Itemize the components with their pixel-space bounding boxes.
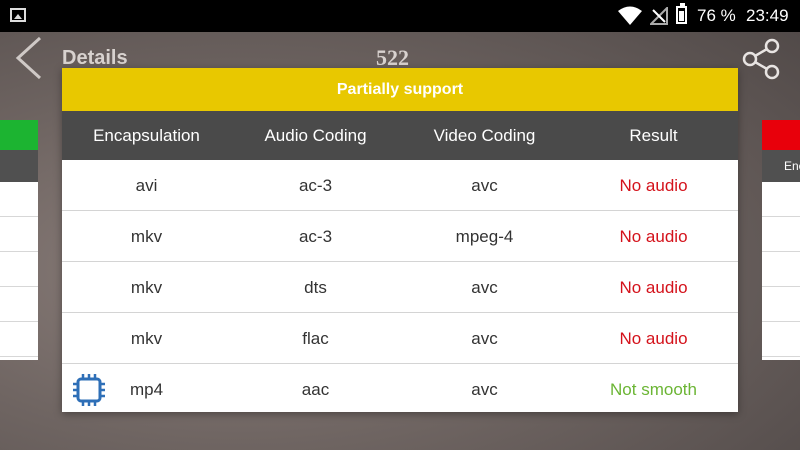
wifi-icon: [618, 6, 642, 25]
list-item: [762, 252, 800, 287]
chip-icon: [73, 374, 105, 406]
status-bar: 76 % 23:49: [0, 0, 800, 32]
audio-coding-cell: aac: [301, 380, 330, 399]
table-row: mp4 aac avc Not smooth: [62, 364, 738, 415]
list-item: [0, 252, 38, 287]
result-cell: Not smooth: [610, 380, 697, 399]
table-row: mkv dts avc No audio: [62, 262, 738, 313]
result-cell: No audio: [619, 278, 688, 297]
column-header-video-coding: Video Coding: [433, 126, 536, 145]
column-header-audio-coding: Audio Coding: [264, 126, 367, 145]
audio-coding-cell: ac-3: [298, 176, 333, 195]
list-item: [0, 287, 38, 322]
battery-percent: 76 %: [697, 6, 736, 25]
card-header: [0, 150, 38, 182]
card-header: Enc: [762, 150, 800, 182]
audio-coding-cell: ac-3: [298, 227, 333, 246]
battery-icon: [676, 3, 687, 24]
partial-support-dialog: Partially support Encapsulation Audio Co…: [62, 68, 738, 412]
list-item: [0, 182, 38, 217]
encapsulation-cell: mkv: [130, 227, 163, 246]
audio-coding-cell: dts: [304, 278, 327, 297]
video-coding-cell: avc: [471, 329, 498, 348]
image-notification-icon: [10, 8, 26, 22]
video-coding-cell: mpeg-4: [455, 227, 514, 246]
result-cell: No audio: [619, 227, 688, 246]
no-signal-icon: [650, 7, 668, 25]
table-header: Encapsulation Audio Coding Video Coding …: [62, 111, 738, 160]
page-title: Details: [62, 47, 128, 69]
encapsulation-cell: mkv: [130, 278, 163, 297]
encapsulation-cell: mkv: [130, 329, 163, 348]
left-support-card[interactable]: [0, 120, 38, 360]
column-header-encapsulation: Encapsulation: [93, 126, 200, 145]
table-row: mkv ac-3 mpeg-4 No audio: [62, 211, 738, 262]
list-item: [762, 287, 800, 322]
result-cell: No audio: [619, 176, 688, 195]
list-item: [0, 322, 38, 357]
dialog-title: Partially support: [62, 68, 738, 111]
right-support-card[interactable]: Enc: [762, 120, 800, 360]
table-row: avi ac-3 avc No audio: [62, 160, 738, 211]
audio-coding-cell: flac: [302, 329, 329, 348]
unsupported-color-bar: [762, 120, 800, 150]
video-coding-cell: avc: [471, 176, 498, 195]
list-item: [762, 322, 800, 357]
share-icon[interactable]: [740, 38, 782, 80]
result-cell: No audio: [619, 329, 688, 348]
video-coding-cell: avc: [471, 380, 498, 399]
encapsulation-cell: avi: [135, 176, 158, 195]
back-arrow-icon[interactable]: [14, 36, 44, 80]
list-item: [762, 182, 800, 217]
video-coding-cell: avc: [471, 278, 498, 297]
list-item: [762, 217, 800, 252]
table-row: mkv flac avc No audio: [62, 313, 738, 364]
supported-color-bar: [0, 120, 38, 150]
list-item: [0, 217, 38, 252]
column-header-result: Result: [629, 126, 678, 145]
clock: 23:49: [746, 6, 789, 25]
